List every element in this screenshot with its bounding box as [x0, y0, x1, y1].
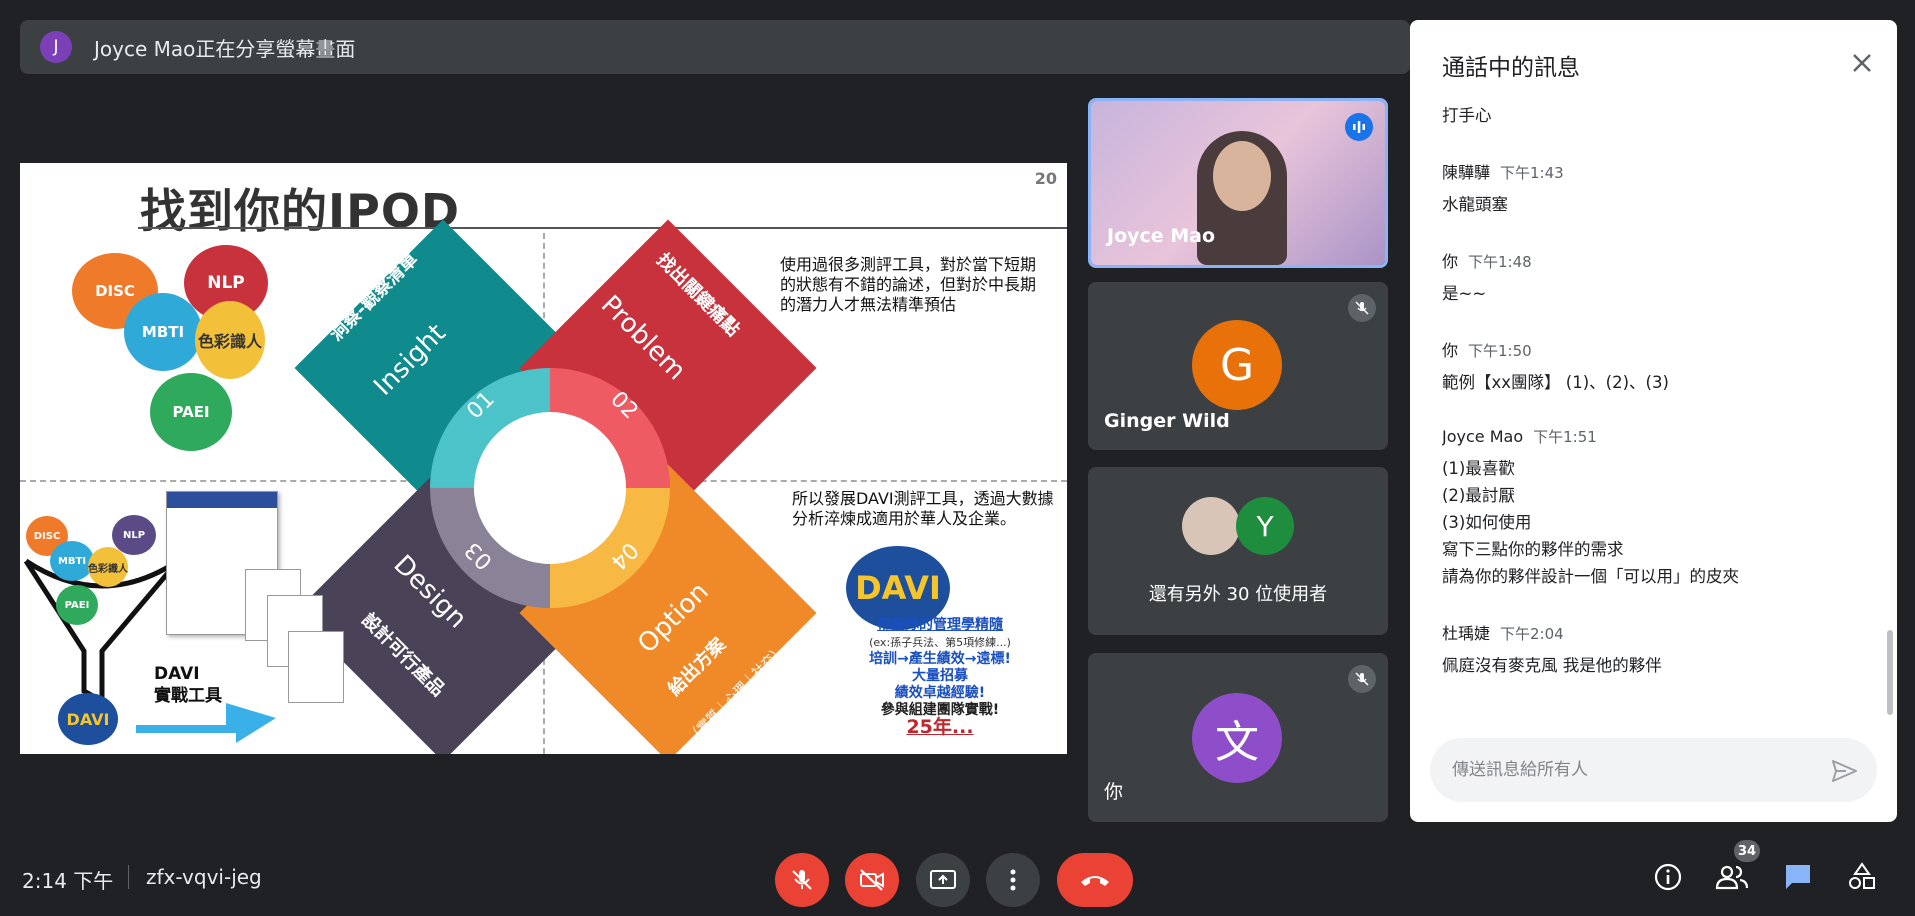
separator [128, 865, 129, 889]
meeting-code: zfx-vqvi-jeg [146, 865, 262, 889]
chat-message: Joyce Mao 下午1:51 (1)最喜歡 (2)最討厭 (3)如何使用 寫下… [1442, 427, 1739, 586]
shared-screen: 找到你的IPOD 20 DISC NLP MBTI 色彩識人 PAEI Insi… [20, 163, 1067, 754]
message-sender: 杜瑀婕 [1442, 624, 1491, 643]
message-time: 下午1:50 [1468, 342, 1532, 360]
presenting-text: Joyce Mao正在分享螢幕畫面 [94, 36, 356, 61]
avatar-photo [1182, 497, 1240, 555]
more-icon [1010, 869, 1016, 891]
end-call-icon [1081, 876, 1109, 886]
slide-number: 20 [1034, 169, 1057, 188]
tile-joyce-mao[interactable]: Joyce Mao [1088, 98, 1388, 268]
slide-title: 找到你的IPOD [140, 184, 461, 238]
mic-off-icon [1348, 665, 1376, 693]
others-count: 還有另外 30 位使用者 [1148, 584, 1328, 605]
chat-icon[interactable] [1780, 859, 1816, 895]
title-divider [138, 227, 1067, 229]
avatar: G [1192, 320, 1282, 410]
mic-off-icon [792, 870, 812, 890]
mic-off-icon [1348, 294, 1376, 322]
tile-name: Joyce Mao [1107, 225, 1216, 247]
circle-mbti: MBTI [124, 293, 202, 371]
people-icon[interactable] [1714, 859, 1750, 895]
cycle-ring [430, 368, 670, 608]
avatar: 文 [1192, 693, 1282, 783]
chat-input-container [1430, 738, 1877, 802]
tile-others[interactable]: Y 還有另外 30 位使用者 [1088, 467, 1388, 635]
tile-name: 你 [1104, 781, 1124, 803]
chat-panel: 通話中的訊息 打手心 陳驊驊 下午1:43 水龍頭塞 你下午1:48 是~~ 你下… [1410, 20, 1897, 822]
chat-message: 打手心 [1442, 106, 1492, 125]
bottom-toolbar: 2:14 下午 zfx-vqvi-jeg [0, 835, 1915, 916]
close-icon[interactable] [1847, 48, 1877, 78]
camera-off-icon [860, 869, 884, 891]
chat-title: 通話中的訊息 [1442, 55, 1580, 81]
funnel-color: 色彩識人 [88, 547, 128, 587]
small-davi-logo: DAVI [58, 693, 118, 745]
more-options-button[interactable] [986, 853, 1040, 907]
presenting-banner: J Joyce Mao正在分享螢幕畫面 [20, 20, 1410, 74]
arrow-graphic [136, 703, 276, 743]
chat-message: 你下午1:48 是~~ [1442, 252, 1532, 303]
people-count-badge: 34 [1734, 840, 1760, 862]
present-icon [930, 870, 956, 889]
presenter-face [1213, 141, 1271, 211]
presenter-avatar: J [40, 31, 72, 63]
chat-message-list[interactable]: 打手心 陳驊驊 下午1:43 水龍頭塞 你下午1:48 是~~ 你下午1:50 範… [1442, 102, 1862, 742]
tile-ginger-wild[interactable]: G Ginger Wild [1088, 282, 1388, 450]
end-call-button[interactable] [1057, 853, 1133, 907]
slide-paragraph-bottom: 所以發展DAVI測評工具，透過大數據 分析淬煉成適用於華人及企業。 [792, 489, 1054, 528]
message-sender: Joyce Mao [1442, 427, 1524, 446]
activities-icon[interactable] [1844, 859, 1880, 895]
message-time: 下午2:04 [1500, 625, 1564, 643]
send-icon[interactable] [1829, 756, 1859, 786]
message-time: 下午1:43 [1500, 164, 1564, 182]
camera-toggle-button[interactable] [845, 853, 899, 907]
circle-paei: PAEI [150, 373, 232, 451]
chat-input[interactable] [1450, 759, 1814, 781]
chat-scrollbar[interactable] [1887, 630, 1893, 715]
speaking-icon [1345, 113, 1373, 141]
chat-message: 杜瑀婕 下午2:04 佩庭沒有麥克風 我是他的夥伴 [1442, 624, 1662, 675]
sheet-thumbnail-3 [288, 631, 344, 703]
message-sender: 你 [1442, 252, 1459, 271]
mic-toggle-button[interactable] [775, 853, 829, 907]
message-sender: 你 [1442, 341, 1459, 360]
message-sender: 陳驊驊 [1442, 163, 1491, 182]
message-time: 下午1:51 [1533, 428, 1597, 446]
tile-name: Ginger Wild [1104, 410, 1230, 432]
tile-you[interactable]: 文 你 [1088, 653, 1388, 822]
circle-color: 色彩識人 [195, 301, 265, 379]
message-time: 下午1:48 [1468, 253, 1532, 271]
avatar: Y [1236, 497, 1294, 555]
funnel-nlp: NLP [112, 515, 156, 555]
slide-paragraph-top: 使用過很多測評工具，對於當下短期 的狀態有不錯的論述，但對於中長期 的潛力人才無… [780, 255, 1037, 314]
chat-message: 你下午1:50 範例【xx團隊】 (1)、(2)、(3) [1442, 341, 1669, 392]
funnel-paei: PAEI [56, 585, 98, 625]
chat-message: 陳驊驊 下午1:43 水龍頭塞 [1442, 163, 1564, 214]
clock: 2:14 下午 [22, 869, 114, 893]
info-icon[interactable] [1650, 859, 1686, 895]
present-button[interactable] [916, 853, 970, 907]
davi-benefits: 帶團隊的管理學精隨 (ex:孫子兵法、第5項修練...) 培訓→產生績效→遠標!… [869, 617, 1011, 738]
